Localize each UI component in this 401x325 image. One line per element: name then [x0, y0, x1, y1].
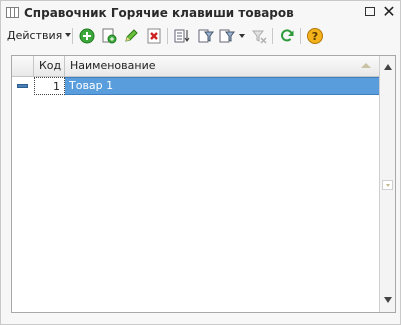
column-header-code[interactable]: Код [34, 56, 65, 76]
edit-icon [125, 29, 138, 42]
table-icon [6, 7, 19, 18]
items-table[interactable]: Код Наименование 1 Товар 1 [11, 55, 396, 313]
add-icon [79, 28, 95, 44]
column-header-name-label: Наименование [70, 59, 156, 72]
actions-menu[interactable]: Действия [7, 29, 72, 42]
title-bar: Справочник Горячие клавиши товаров ✕ [1, 1, 400, 25]
help-icon: ? [307, 28, 323, 44]
copy-icon [102, 28, 117, 44]
close-icon[interactable]: ✕ [382, 4, 396, 20]
toolbar-separator [72, 28, 73, 44]
sort-ascending-icon [361, 63, 371, 68]
toolbar-separator [272, 28, 273, 44]
toolbar-separator [300, 28, 301, 44]
help-button[interactable]: ? [306, 27, 324, 45]
svg-text:?: ? [312, 30, 318, 43]
row-name-cell[interactable]: Товар 1 [65, 77, 379, 95]
sort-icon [174, 29, 190, 43]
scroll-up-icon[interactable] [381, 60, 395, 74]
actions-label: Действия [7, 29, 63, 42]
chevron-down-icon [239, 34, 245, 38]
filter-menu-button[interactable] [219, 27, 237, 45]
filter-menu-icon [219, 29, 235, 43]
element-icon [17, 84, 28, 88]
filter-dropdown-caret[interactable] [239, 30, 245, 43]
toolbar-separator [167, 28, 168, 44]
row-state-icon [12, 77, 34, 95]
refresh-button[interactable] [278, 27, 296, 45]
sort-button[interactable] [173, 27, 191, 45]
catalog-window: Справочник Горячие клавиши товаров ✕ Дей… [0, 0, 401, 325]
clear-filter-button[interactable] [250, 27, 268, 45]
chevron-down-icon [65, 33, 72, 37]
clear-filter-icon [251, 30, 267, 44]
delete-button[interactable] [145, 27, 163, 45]
filter-button[interactable] [197, 27, 215, 45]
filter-icon [198, 29, 214, 43]
delete-icon [147, 28, 161, 44]
header-icon-column[interactable] [12, 56, 34, 76]
column-header-name[interactable]: Наименование [65, 56, 379, 76]
edit-button[interactable] [122, 27, 140, 45]
copy-button[interactable] [100, 27, 118, 45]
refresh-icon [281, 29, 294, 42]
window-title: Справочник Горячие клавиши товаров [24, 6, 294, 20]
vertical-scrollbar[interactable] [379, 56, 395, 312]
row-code-cell[interactable]: 1 [34, 77, 65, 95]
scroll-down-icon[interactable] [381, 293, 395, 307]
toolbar: Действия ? [1, 25, 400, 47]
scroll-thumb[interactable] [382, 180, 393, 190]
table-row[interactable]: 1 Товар 1 [12, 77, 379, 95]
add-button[interactable] [78, 27, 96, 45]
maximize-icon[interactable] [363, 5, 377, 19]
table-header: Код Наименование [12, 56, 379, 77]
